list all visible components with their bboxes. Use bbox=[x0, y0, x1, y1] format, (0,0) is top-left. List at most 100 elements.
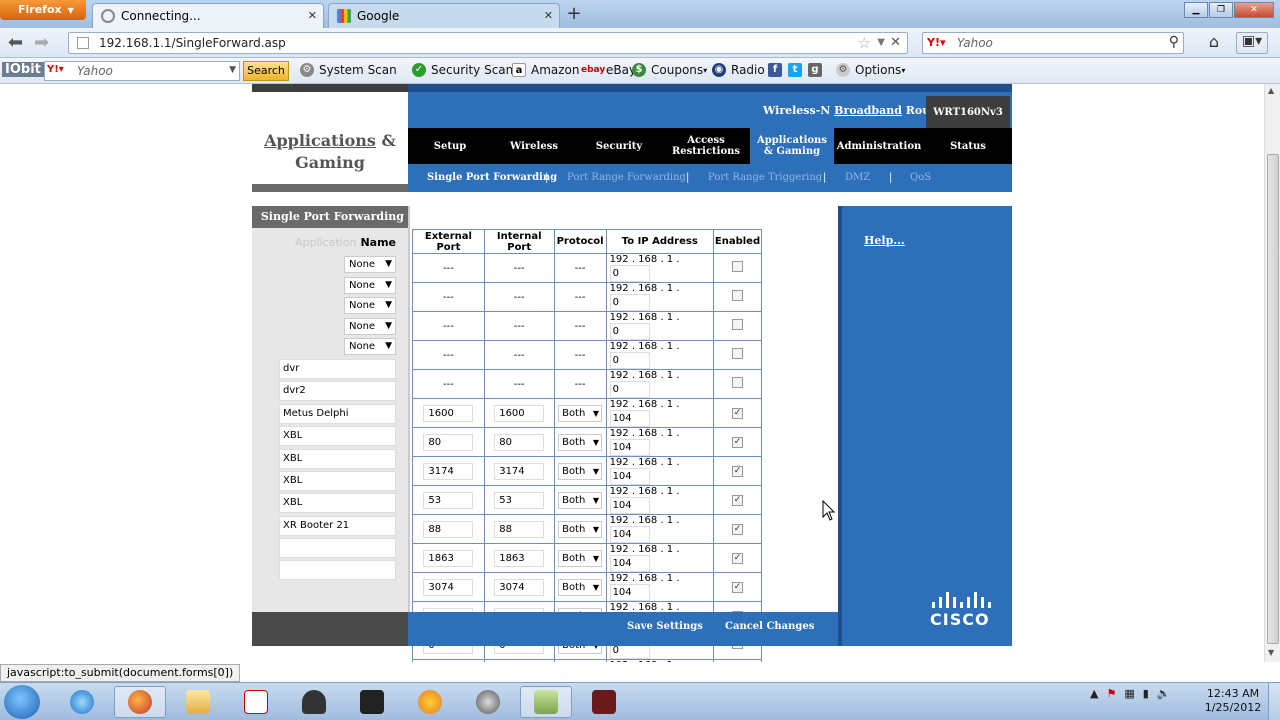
ip-last-octet-input[interactable]: 104 bbox=[609, 555, 650, 572]
application-name-input[interactable]: XR Booter 21 bbox=[279, 516, 396, 536]
firefox-menu-button[interactable]: Firefox ▼ bbox=[0, 0, 86, 20]
stop-icon[interactable]: ✕ bbox=[890, 35, 901, 50]
toolbar-item-system-scan[interactable]: ⚙ System Scan bbox=[300, 63, 397, 77]
tab-setup[interactable]: Setup bbox=[408, 128, 492, 164]
tab-administration[interactable]: Administration bbox=[834, 128, 924, 164]
toolbar-item-radio[interactable]: ◉ Radio bbox=[712, 63, 765, 77]
bookmarks-button[interactable]: ▣▾ bbox=[1236, 32, 1268, 54]
search-box[interactable]: Y!▾ Yahoo ⚲ bbox=[922, 32, 1184, 54]
internal-port-input[interactable]: 1600 bbox=[494, 404, 545, 422]
external-port-input[interactable]: 3074 bbox=[423, 578, 474, 596]
subtab-port-range-triggering[interactable]: Port Range Triggering bbox=[708, 172, 822, 183]
help-link[interactable]: Help... bbox=[864, 234, 905, 247]
history-dropdown-icon[interactable]: ▼ bbox=[877, 37, 885, 48]
ip-last-octet-input[interactable]: 104 bbox=[609, 439, 650, 456]
subtab-port-range-forwarding[interactable]: Port Range Forwarding bbox=[567, 172, 686, 183]
gmail-icon[interactable] bbox=[230, 686, 282, 718]
external-port-input[interactable]: 80 bbox=[423, 433, 474, 451]
internal-port-input[interactable]: 80 bbox=[494, 433, 545, 451]
application-select[interactable]: None ▼ bbox=[344, 297, 396, 314]
tab-applications-gaming[interactable]: Applications & Gaming bbox=[750, 128, 834, 164]
flag-icon[interactable]: ⚑ bbox=[1106, 687, 1116, 700]
compass-icon[interactable] bbox=[462, 686, 514, 718]
search-icon[interactable]: ⚲ bbox=[1169, 34, 1179, 50]
enabled-checkbox[interactable] bbox=[731, 319, 743, 330]
forward-button[interactable]: ➡ bbox=[34, 32, 49, 53]
application-name-input[interactable]: XBL bbox=[279, 426, 396, 446]
power-icon[interactable]: ▮ bbox=[1143, 687, 1149, 700]
show-desktop-button[interactable] bbox=[1268, 683, 1280, 720]
protocol-select[interactable]: Both▼ bbox=[558, 433, 603, 451]
close-window-button[interactable]: ✕ bbox=[1234, 2, 1274, 18]
protocol-select[interactable]: Both▼ bbox=[558, 491, 603, 509]
ip-last-octet-input[interactable]: 0 bbox=[609, 323, 650, 340]
tab-status[interactable]: Status bbox=[924, 128, 1012, 164]
firefox-taskbar-icon[interactable] bbox=[114, 686, 166, 718]
protocol-select[interactable]: Both▼ bbox=[558, 404, 603, 422]
ip-last-octet-input[interactable]: 104 bbox=[609, 584, 650, 601]
enabled-checkbox[interactable]: ✓ bbox=[731, 524, 743, 535]
folder-icon[interactable] bbox=[172, 686, 224, 718]
toolbar-item-options[interactable]: ⚙ Options ▾ bbox=[836, 63, 905, 77]
enabled-checkbox[interactable] bbox=[731, 290, 743, 301]
clock[interactable]: 12:43 AM 1/25/2012 bbox=[1200, 687, 1266, 715]
toolbar-item-ebay[interactable]: ebay eBay bbox=[581, 63, 636, 77]
vertical-scrollbar[interactable]: ▲ ▼ bbox=[1264, 84, 1280, 662]
application-select[interactable]: None ▼ bbox=[344, 318, 396, 335]
tab-connecting[interactable]: Connecting... ✕ bbox=[92, 3, 324, 28]
start-button[interactable] bbox=[4, 685, 40, 719]
enabled-checkbox[interactable] bbox=[731, 261, 743, 272]
scroll-up-icon[interactable]: ▲ bbox=[1268, 86, 1274, 95]
ip-last-octet-input[interactable]: 104 bbox=[609, 526, 650, 543]
home-button[interactable]: ⌂ bbox=[1200, 32, 1228, 54]
subtab-single-port-forwarding[interactable]: Single Port Forwarding bbox=[427, 172, 557, 183]
application-name-input[interactable]: dvr bbox=[279, 359, 396, 379]
application-name-input[interactable] bbox=[279, 560, 396, 580]
enabled-checkbox[interactable]: ✓ bbox=[731, 408, 743, 419]
scroll-down-icon[interactable]: ▼ bbox=[1268, 648, 1274, 657]
enabled-checkbox[interactable] bbox=[731, 348, 743, 359]
volume-icon[interactable]: 🔈 bbox=[1157, 687, 1171, 700]
subtab-dmz[interactable]: DMZ bbox=[845, 172, 870, 183]
application-name-input[interactable]: XBL bbox=[279, 471, 396, 491]
ip-last-octet-input[interactable]: 0 bbox=[609, 381, 650, 398]
application-name-input[interactable]: dvr2 bbox=[279, 381, 396, 401]
internal-port-input[interactable]: 1863 bbox=[494, 549, 545, 567]
app-icon[interactable] bbox=[288, 686, 340, 718]
ip-last-octet-input[interactable]: 0 bbox=[609, 352, 650, 369]
avast-icon[interactable] bbox=[404, 686, 456, 718]
enabled-checkbox[interactable]: ✓ bbox=[731, 495, 743, 506]
external-port-input[interactable]: 88 bbox=[423, 520, 474, 538]
tray-expand-icon[interactable]: ▲ bbox=[1090, 687, 1098, 700]
external-port-input[interactable]: 3174 bbox=[423, 462, 474, 480]
close-tab-icon[interactable]: ✕ bbox=[544, 9, 553, 22]
toolbar-item-amazon[interactable]: a Amazon bbox=[512, 63, 580, 77]
protocol-select[interactable]: Both▼ bbox=[558, 520, 603, 538]
save-settings-button[interactable]: Save Settings bbox=[627, 621, 703, 632]
protocol-select[interactable]: Both▼ bbox=[558, 578, 603, 596]
back-button[interactable]: ⬅ bbox=[8, 32, 23, 53]
ip-last-octet-input[interactable]: 104 bbox=[609, 497, 650, 514]
internal-port-input[interactable]: 3074 bbox=[494, 578, 545, 596]
ip-last-octet-input[interactable]: 0 bbox=[609, 265, 650, 282]
enabled-checkbox[interactable]: ✓ bbox=[731, 582, 743, 593]
internal-port-input[interactable]: 3174 bbox=[494, 462, 545, 480]
chevron-down-icon[interactable]: ▼ bbox=[229, 65, 236, 75]
application-name-input[interactable]: XBL bbox=[279, 449, 396, 469]
toolbar-search-input[interactable]: Y!▾ Yahoo ▼ bbox=[44, 61, 240, 81]
enabled-checkbox[interactable] bbox=[731, 377, 743, 388]
map-icon[interactable] bbox=[520, 686, 572, 718]
tab-google[interactable]: Google ✕ bbox=[328, 3, 560, 28]
tab-security[interactable]: Security bbox=[576, 128, 662, 164]
application-select[interactable]: None ▼ bbox=[344, 256, 396, 273]
network-icon[interactable]: ▦ bbox=[1124, 687, 1134, 700]
external-port-input[interactable]: 53 bbox=[423, 491, 474, 509]
ie-icon[interactable] bbox=[56, 686, 108, 718]
toolbar-item-security-scan[interactable]: ✓ Security Scan bbox=[412, 63, 513, 77]
enabled-checkbox[interactable]: ✓ bbox=[731, 466, 743, 477]
enabled-checkbox[interactable]: ✓ bbox=[731, 437, 743, 448]
enabled-checkbox[interactable]: ✓ bbox=[731, 553, 743, 564]
facebook-icon[interactable]: f bbox=[768, 63, 787, 77]
protocol-select[interactable]: Both▼ bbox=[558, 549, 603, 567]
application-name-input[interactable] bbox=[279, 538, 396, 558]
